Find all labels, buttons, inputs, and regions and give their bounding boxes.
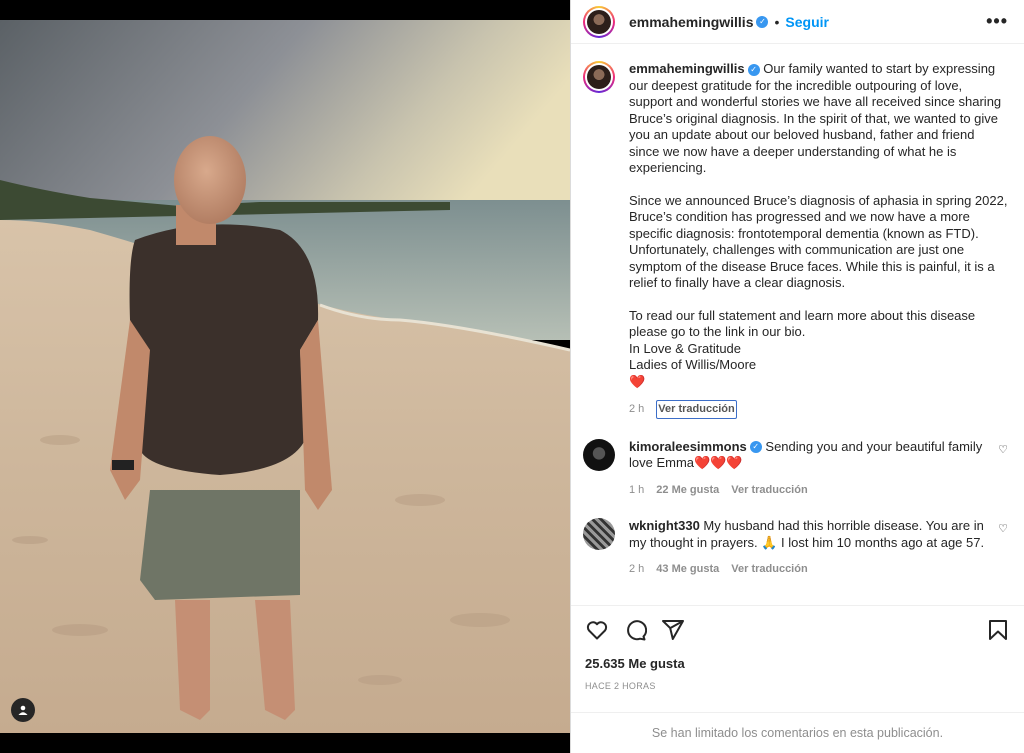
comment-item: wknight330 My husband had this horrible … [583, 518, 1008, 578]
follow-button[interactable]: Seguir [785, 14, 829, 30]
comment-likes[interactable]: 43 Me gusta [656, 561, 719, 578]
bookmark-icon[interactable] [986, 618, 1010, 642]
comment-like-icon[interactable]: ♡ [998, 522, 1008, 535]
commenter-username[interactable]: kimoraleesimmons [629, 439, 747, 454]
author-avatar[interactable] [583, 5, 615, 38]
user-tag-icon[interactable] [11, 698, 35, 722]
verified-icon: ✓ [749, 441, 762, 454]
translate-button[interactable]: Ver traducción [731, 482, 807, 499]
caption-avatar[interactable] [583, 61, 615, 93]
caption-line: To read our full statement and learn mor… [629, 307, 976, 340]
author-username[interactable]: emmahemingwillis [629, 14, 753, 30]
caption-text: Our family wanted to start by expressing… [629, 61, 1002, 175]
caption-username[interactable]: emmahemingwillis [629, 61, 745, 76]
comments-list[interactable]: emmahemingwillis ✓ Our family wanted to s… [571, 45, 1024, 605]
post-header: emmahemingwillis ✓ • Seguir ••• [571, 0, 1024, 44]
like-count[interactable]: 25.635 Me gusta [585, 656, 1010, 671]
comments-limited-notice: Se han limitado los comentarios en esta … [571, 712, 1024, 753]
comment-item: kimoraleesimmons ✓ Sending you and your b… [583, 438, 1008, 499]
comment-time[interactable]: 1 h [629, 482, 644, 499]
verified-icon: ✓ [756, 15, 769, 28]
caption-line: In Love & Gratitude [629, 340, 742, 356]
translate-button[interactable]: Ver traducción [731, 561, 807, 578]
caption-paragraph: emmahemingwillis ✓ Our family wanted to s… [629, 61, 1008, 177]
comment-meta: 1 h 22 Me gusta Ver traducción [629, 482, 988, 499]
post-timestamp[interactable]: HACE 2 HORAS [585, 681, 1010, 691]
caption-time[interactable]: 2 h [629, 401, 644, 418]
verified-icon: ✓ [747, 63, 760, 76]
post-actions: 25.635 Me gusta HACE 2 HORAS [571, 605, 1024, 691]
separator-dot: • [774, 13, 780, 30]
caption-line: ❤️ [629, 373, 646, 389]
caption-line: Ladies of Willis/Moore [629, 357, 757, 372]
more-options-icon[interactable]: ••• [986, 11, 1008, 32]
caption: emmahemingwillis ✓ Our family wanted to s… [583, 61, 1008, 419]
caption-paragraph: Since we announced Bruce’s diagnosis of … [629, 192, 1008, 291]
heart-icon[interactable] [585, 618, 609, 642]
commenter-avatar[interactable] [583, 518, 615, 550]
comment-likes[interactable]: 22 Me gusta [656, 482, 719, 499]
commenter-username[interactable]: wknight330 [629, 518, 700, 533]
post-media-panel [0, 0, 570, 753]
commenter-avatar[interactable] [583, 438, 615, 471]
post-side-panel: emmahemingwillis ✓ • Seguir ••• emmahemi… [570, 0, 1024, 753]
post-photo[interactable] [0, 20, 570, 733]
share-icon[interactable] [661, 618, 685, 642]
comment-time[interactable]: 2 h [629, 561, 644, 578]
comment-meta: 2 h 43 Me gusta Ver traducción [629, 561, 988, 578]
comment-like-icon[interactable]: ♡ [998, 443, 1008, 456]
translate-button[interactable]: Ver traducción [656, 400, 737, 419]
caption-meta: 2 h Ver traducción [629, 400, 1008, 419]
caption-paragraph: To read our full statement and learn mor… [629, 308, 1008, 391]
comment-icon[interactable] [623, 618, 647, 642]
